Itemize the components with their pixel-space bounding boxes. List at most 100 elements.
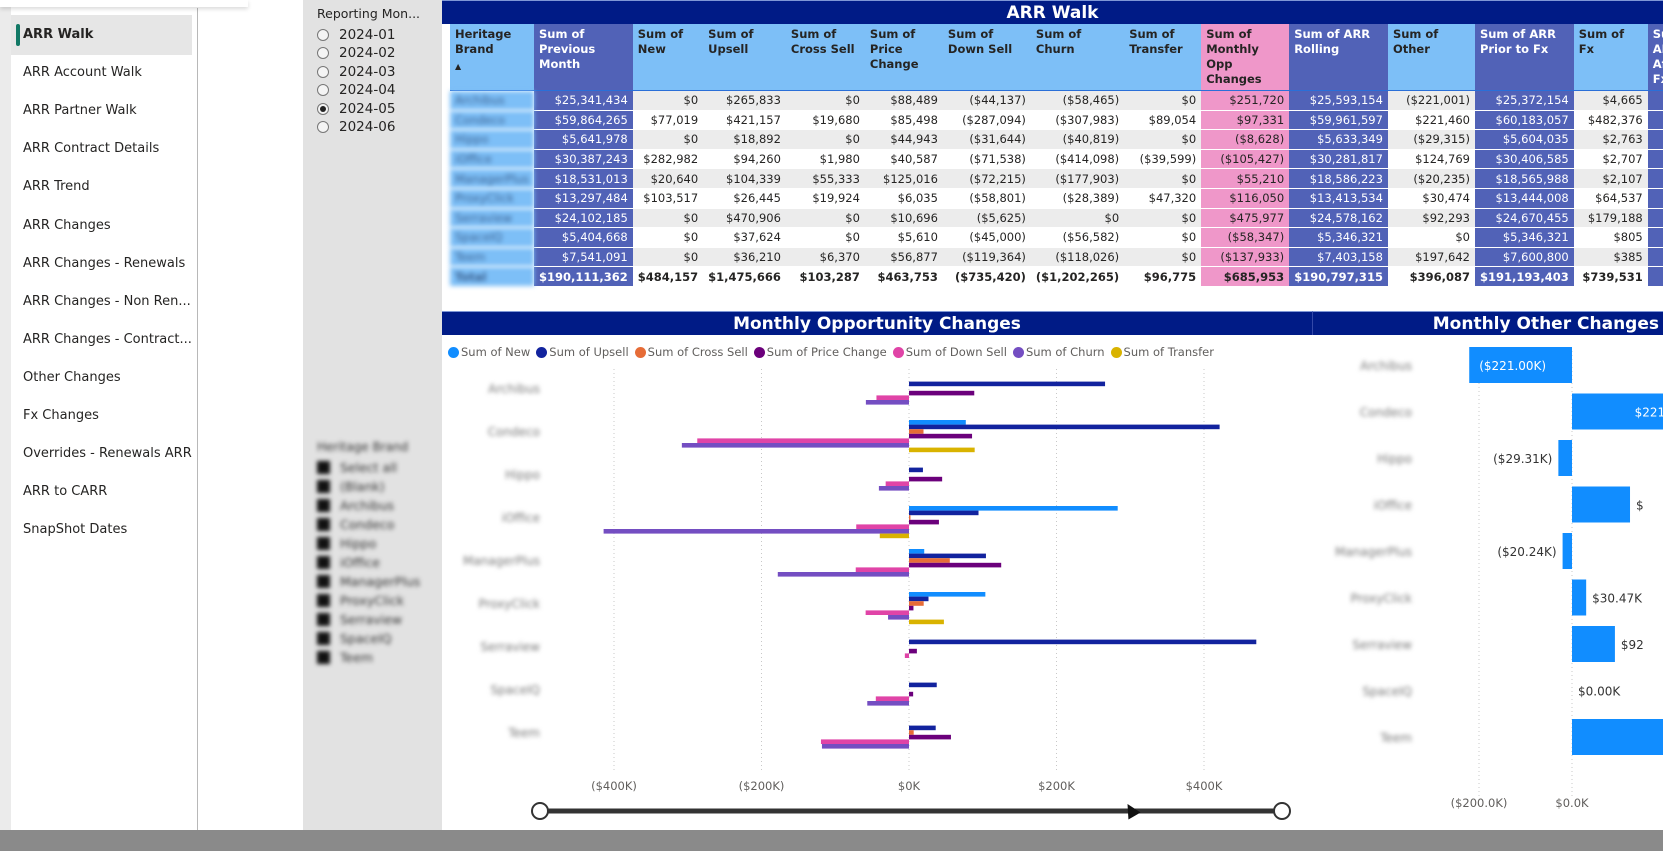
brand-option[interactable]: Condeco: [317, 515, 420, 534]
column-header[interactable]: Sum of ARR Prior to Fx: [1474, 24, 1574, 91]
brand-option[interactable]: ProxyClick: [317, 591, 420, 610]
column-header[interactable]: Sum of New: [632, 24, 704, 91]
nav-item-overrides-renewals-arr[interactable]: Overrides - Renewals ARR: [11, 434, 192, 474]
checkbox[interactable]: [317, 632, 330, 645]
nav-item-arr-changes-renewals[interactable]: ARR Changes - Renewals: [11, 244, 192, 284]
brand-option[interactable]: Teem: [317, 648, 420, 667]
column-header[interactable]: Sum of Cross Sell: [785, 24, 865, 91]
radio-button[interactable]: [317, 65, 329, 78]
bar-sum-of-down-sell[interactable]: [865, 610, 909, 615]
bar-sum-of-price-change[interactable]: [909, 562, 1002, 568]
radio-button[interactable]: [317, 28, 329, 41]
bar-sum-of-churn[interactable]: [603, 529, 909, 534]
bar-sum-of-down-sell[interactable]: [876, 395, 909, 400]
bar-sum-of-down-sell[interactable]: [855, 567, 909, 572]
column-header[interactable]: Sum of Monthly Opp Changes: [1201, 24, 1290, 91]
checkbox[interactable]: [317, 518, 330, 531]
radio-button[interactable]: [317, 47, 329, 59]
checkbox[interactable]: [317, 556, 330, 569]
legend-item[interactable]: Sum of Upsell: [536, 345, 629, 359]
brand-option[interactable]: Hippo: [317, 534, 420, 553]
bar-sum-of-down-sell[interactable]: [885, 481, 909, 486]
bar-sum-of-down-sell[interactable]: [904, 653, 909, 658]
nav-item-arr-contract-details[interactable]: ARR Contract Details: [11, 129, 192, 169]
bar-sum-of-upsell[interactable]: [909, 510, 979, 516]
column-header[interactable]: Sum of Down Sell: [942, 24, 1031, 91]
bar-sum-of-upsell[interactable]: [909, 682, 937, 688]
brand-option[interactable]: Archibus: [317, 496, 420, 515]
checkbox[interactable]: [317, 613, 330, 626]
bar-sum-of-churn[interactable]: [865, 400, 909, 405]
bar-sum-of-new[interactable]: [909, 506, 1118, 511]
column-header[interactable]: Heritage Brand ▲: [450, 24, 534, 91]
bar-sum-of-other[interactable]: [1562, 533, 1572, 569]
month-option-2024-06[interactable]: 2024-06: [317, 118, 395, 137]
column-header[interactable]: Sum of Transfer: [1124, 24, 1202, 91]
month-option-2024-03[interactable]: 2024-03: [317, 62, 395, 81]
radio-button[interactable]: [317, 84, 329, 96]
bar-sum-of-upsell[interactable]: [909, 381, 1106, 387]
bar-sum-of-down-sell[interactable]: [820, 739, 909, 744]
checkbox[interactable]: [317, 461, 330, 474]
bar-sum-of-down-sell[interactable]: [697, 438, 909, 443]
bar-sum-of-down-sell[interactable]: [856, 524, 909, 529]
bar-sum-of-other[interactable]: [1572, 486, 1631, 523]
nav-item-arr-changes[interactable]: ARR Changes: [11, 206, 192, 246]
checkbox[interactable]: [317, 537, 330, 550]
nav-item-arr-account-walk[interactable]: ARR Account Walk: [11, 53, 192, 93]
nav-item-arr-changes-contract[interactable]: ARR Changes - Contract...: [11, 320, 192, 360]
nav-item-arr-trend[interactable]: ARR Trend: [11, 167, 192, 207]
nav-item-arr-to-carr[interactable]: ARR to CARR: [11, 472, 192, 512]
bar-sum-of-price-change[interactable]: [909, 691, 914, 697]
legend-item[interactable]: Sum of Transfer: [1110, 345, 1214, 359]
bar-sum-of-transfer[interactable]: [879, 533, 909, 539]
bar-sum-of-price-change[interactable]: [909, 605, 914, 611]
column-header[interactable]: Sum of Fx: [1573, 24, 1648, 91]
bar-sum-of-price-change[interactable]: [909, 476, 943, 482]
bar-sum-of-price-change[interactable]: [909, 390, 975, 396]
month-option-2024-04[interactable]: 2024-04: [317, 81, 395, 100]
legend-item[interactable]: Sum of Churn: [1012, 345, 1105, 359]
bar-sum-of-down-sell[interactable]: [875, 696, 909, 701]
bar-sum-of-new[interactable]: [909, 549, 925, 554]
month-option-2024-05[interactable]: 2024-05: [317, 99, 395, 118]
legend-item[interactable]: Sum of Price Change: [753, 345, 887, 359]
bar-sum-of-upsell[interactable]: [909, 467, 923, 473]
radio-button[interactable]: [317, 102, 329, 115]
brand-option[interactable]: Serraview: [317, 610, 420, 629]
checkbox[interactable]: [317, 594, 330, 607]
brand-option[interactable]: ManagerPlus: [317, 572, 420, 591]
checkbox[interactable]: [317, 480, 330, 493]
legend-item[interactable]: Sum of Cross Sell: [634, 345, 748, 359]
column-header[interactable]: Sum of Price Change: [864, 24, 943, 91]
bar-sum-of-upsell[interactable]: [909, 553, 986, 559]
bar-sum-of-churn[interactable]: [821, 744, 909, 749]
legend-item[interactable]: Sum of New: [448, 345, 530, 359]
brand-option[interactable]: iOffice: [317, 553, 420, 572]
bar-sum-of-price-change[interactable]: [909, 648, 917, 654]
column-header[interactable]: Sum of ARR Rolling: [1289, 24, 1388, 91]
bar-sum-of-churn[interactable]: [878, 486, 909, 491]
bar-sum-of-churn[interactable]: [888, 615, 909, 620]
range-slider-end-handle[interactable]: [1273, 802, 1291, 820]
month-option-2024-01[interactable]: 2024-01: [317, 25, 395, 44]
bar-sum-of-new[interactable]: [909, 420, 966, 425]
range-slider-start-handle[interactable]: [531, 802, 549, 820]
bar-sum-of-price-change[interactable]: [909, 433, 973, 439]
bar-sum-of-upsell[interactable]: [909, 639, 1257, 645]
bar-sum-of-churn[interactable]: [777, 572, 909, 577]
brand-option[interactable]: SpaceIQ: [317, 629, 420, 648]
column-header[interactable]: Sum of Upsell: [703, 24, 786, 91]
bar-sum-of-cross-sell[interactable]: [909, 558, 950, 563]
bar-sum-of-churn[interactable]: [681, 443, 909, 448]
bar-sum-of-other[interactable]: [1572, 719, 1663, 755]
bar-sum-of-other[interactable]: [1558, 440, 1572, 476]
bar-sum-of-cross-sell[interactable]: [909, 730, 914, 735]
bar-sum-of-cross-sell[interactable]: [909, 515, 911, 520]
nav-item-arr-changes-non-ren[interactable]: ARR Changes - Non Ren...: [11, 282, 192, 322]
nav-item-fx-changes[interactable]: Fx Changes: [11, 396, 192, 436]
brand-option[interactable]: (Blank): [317, 477, 420, 496]
bar-sum-of-transfer[interactable]: [909, 619, 944, 625]
bar-sum-of-upsell[interactable]: [909, 725, 936, 731]
bar-sum-of-cross-sell[interactable]: [909, 601, 924, 606]
